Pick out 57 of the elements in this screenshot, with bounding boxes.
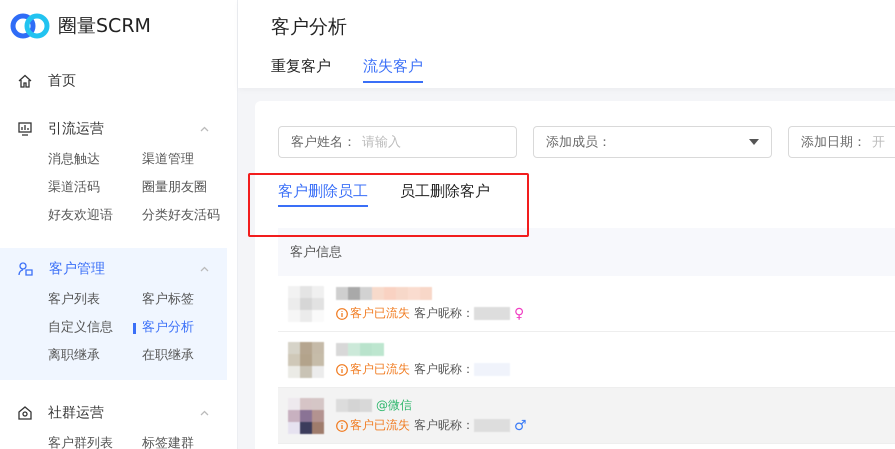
avatar xyxy=(288,398,324,434)
redacted-name xyxy=(336,398,372,412)
submenu-item[interactable]: 客户标签 xyxy=(142,292,194,308)
wechat-tag: @微信 xyxy=(376,396,412,414)
brand-name: 圈量SCRM xyxy=(58,14,151,39)
status-text: 客户已流失 xyxy=(350,305,410,322)
chevron-icon[interactable] xyxy=(200,410,209,416)
menu-item[interactable]: 社群运营 xyxy=(48,404,104,422)
select-field[interactable]: 添加成员： xyxy=(533,126,772,158)
chevron-icon[interactable] xyxy=(200,126,209,132)
tab[interactable]: 员工删除客户 xyxy=(400,182,490,207)
redacted-name xyxy=(336,342,384,356)
submenu-item[interactable]: 在职继承 xyxy=(142,348,194,364)
status-text: 客户已流失 xyxy=(350,361,410,378)
table-row[interactable]: @微信 客户已流失 客户昵称： ♂ xyxy=(278,388,895,444)
submenu-item[interactable]: 分类好友活码 xyxy=(142,208,220,224)
avatar xyxy=(288,286,324,322)
input-field[interactable]: 客户姓名： 请输入 xyxy=(278,126,517,158)
table-header: 客户信息 xyxy=(278,228,895,276)
menu-item[interactable]: 引流运营 xyxy=(48,120,104,138)
page-title: 客户分析 xyxy=(271,15,348,40)
redacted-nickname xyxy=(474,307,510,320)
tab[interactable]: 重复客户 xyxy=(271,57,331,83)
logo-icon xyxy=(10,13,50,39)
dropdown-icon xyxy=(749,139,759,145)
info-icon xyxy=(336,420,348,432)
submenu-item[interactable]: 好友欢迎语 xyxy=(48,208,113,224)
chart-icon xyxy=(18,122,32,136)
tab[interactable]: 客户删除员工 xyxy=(278,182,368,207)
submenu-item[interactable]: 自定义信息 xyxy=(48,320,113,336)
user-icon xyxy=(18,262,33,276)
selected-indicator xyxy=(133,323,136,334)
submenu-item[interactable]: 客户分析 xyxy=(142,320,194,336)
submenu-item[interactable]: 圈量朋友圈 xyxy=(142,180,207,196)
nickname-label: 客户昵称： xyxy=(414,361,474,378)
house-icon xyxy=(18,406,32,420)
submenu-item[interactable]: 标签建群 xyxy=(142,436,194,449)
gender-icon: ♂ xyxy=(514,418,527,434)
menu-item[interactable]: 首页 xyxy=(48,72,76,90)
info-icon xyxy=(336,308,348,320)
chevron-icon[interactable] xyxy=(200,266,209,272)
avatar xyxy=(288,342,324,378)
nickname-label: 客户昵称： xyxy=(414,417,474,434)
tab[interactable]: 流失客户 xyxy=(363,57,423,83)
nickname-label: 客户昵称： xyxy=(414,305,474,322)
status-text: 客户已流失 xyxy=(350,417,410,434)
submenu-item[interactable]: 客户群列表 xyxy=(48,436,113,449)
submenu-item[interactable]: 离职继承 xyxy=(48,348,100,364)
menu-item[interactable]: 客户管理 xyxy=(49,260,105,278)
home-icon xyxy=(18,74,32,88)
date-field[interactable]: 添加日期： 开 xyxy=(788,126,895,158)
submenu-item[interactable]: 渠道活码 xyxy=(48,180,100,196)
info-icon xyxy=(336,364,348,376)
submenu-item[interactable]: 渠道管理 xyxy=(142,152,194,168)
submenu-item[interactable]: 客户列表 xyxy=(48,292,100,308)
submenu-item[interactable]: 消息触达 xyxy=(48,152,100,168)
gender-icon: ♀ xyxy=(514,306,524,322)
